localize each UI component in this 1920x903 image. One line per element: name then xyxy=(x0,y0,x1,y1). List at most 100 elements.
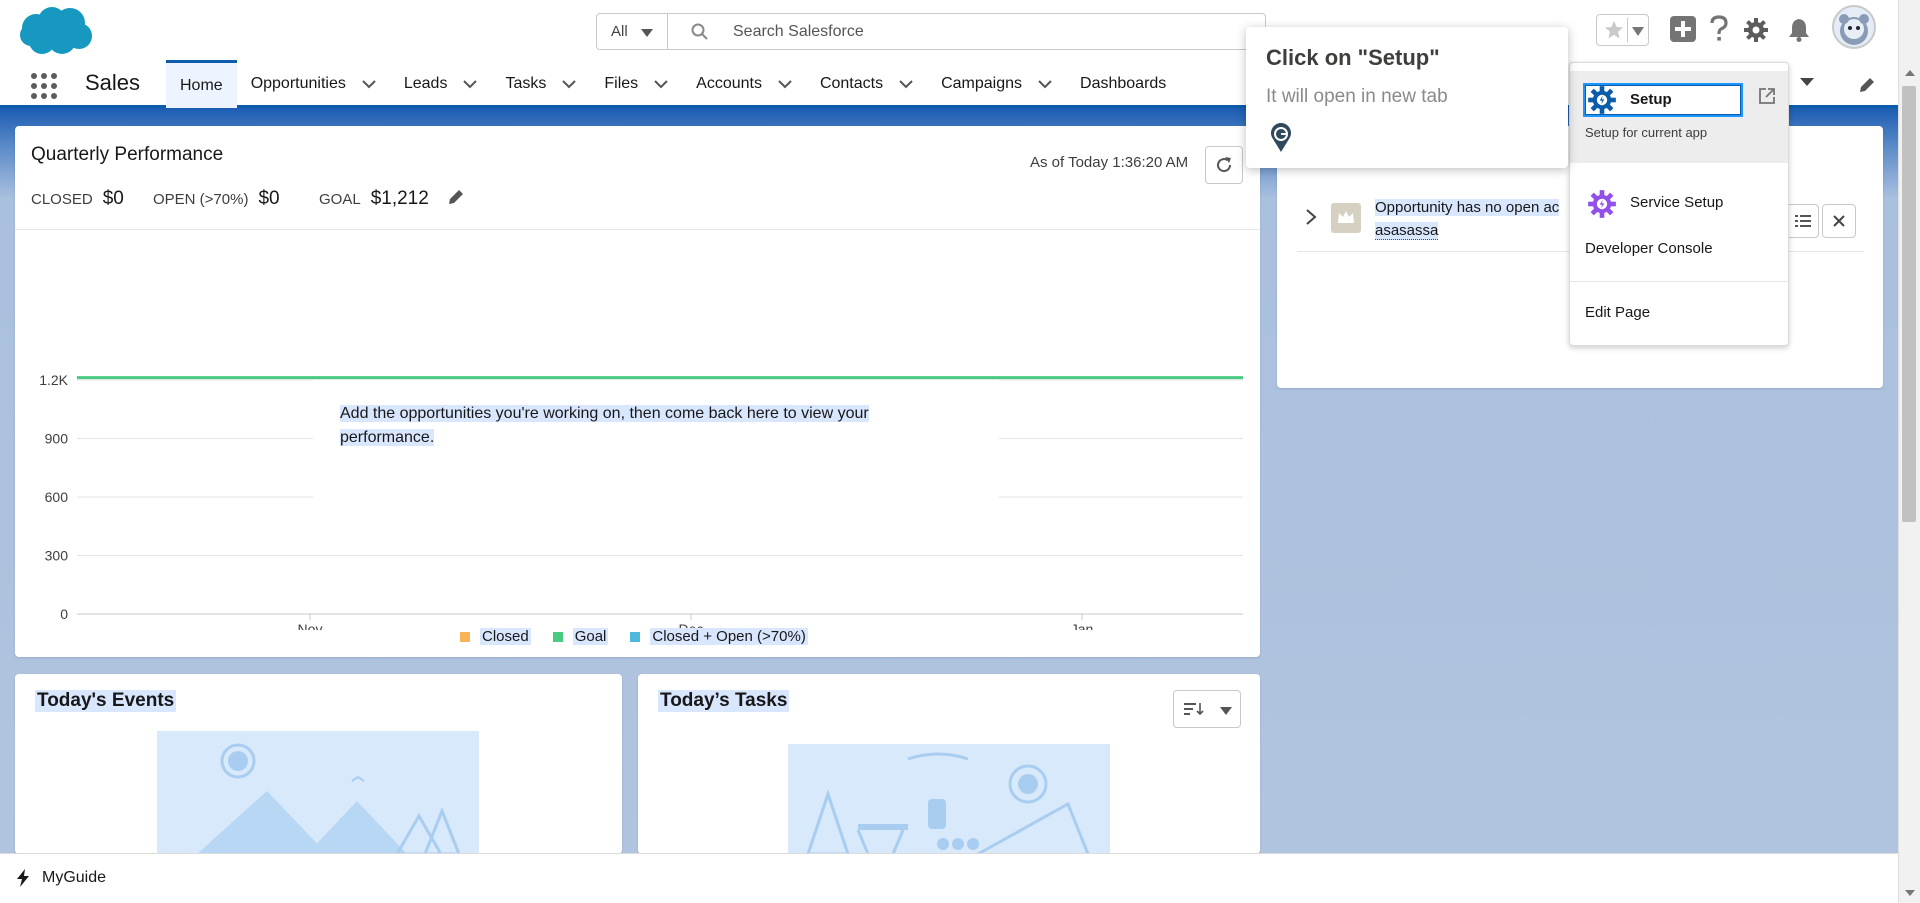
legend-item-closed[interactable]: Closed xyxy=(460,628,531,645)
setup-label[interactable]: Setup xyxy=(1630,91,1672,108)
setup-sublabel: Setup for current app xyxy=(1585,125,1708,140)
crown-icon xyxy=(1331,203,1361,233)
beach-illustration xyxy=(806,752,1090,854)
card-title: Today's Events xyxy=(35,690,177,712)
setup-gear-icon[interactable] xyxy=(1743,17,1769,43)
legend-item-closed-open[interactable]: Closed + Open (>70%) xyxy=(630,628,808,645)
chevron-down-icon[interactable] xyxy=(463,79,478,89)
chevron-down-icon[interactable] xyxy=(654,79,668,89)
nav-tabs: Home Opportunities Leads Tasks Files Acc… xyxy=(166,60,1180,108)
global-search[interactable] xyxy=(667,13,1266,50)
developer-console-menu-item[interactable]: Developer Console xyxy=(1585,240,1713,257)
scroll-up-arrow-icon[interactable] xyxy=(1905,70,1915,76)
favorites-dropdown-icon[interactable] xyxy=(1632,27,1644,36)
chevron-down-icon[interactable] xyxy=(562,79,577,89)
global-actions-add-icon[interactable] xyxy=(1670,16,1696,42)
search-scope-select[interactable]: All xyxy=(596,13,668,50)
chevron-down-icon[interactable] xyxy=(899,79,913,89)
tab-dashboards[interactable]: Dashboards xyxy=(1066,60,1180,108)
metric-goal: GOAL $1,212 xyxy=(319,188,429,210)
user-avatar[interactable] xyxy=(1832,5,1876,49)
events-empty-illustration xyxy=(157,731,479,854)
tab-tasks[interactable]: Tasks xyxy=(491,60,590,108)
task-filter-button[interactable] xyxy=(1173,690,1241,728)
help-icon[interactable] xyxy=(1709,15,1729,43)
lightning-bolt-icon xyxy=(17,869,29,887)
assistant-record-link[interactable]: asasassa xyxy=(1375,222,1439,240)
chevron-down-icon[interactable] xyxy=(778,79,792,89)
legend-swatch xyxy=(630,631,641,642)
view-tasks-button[interactable] xyxy=(1785,204,1819,238)
todays-events-card: Today's Events xyxy=(15,674,622,854)
service-setup-menu-item[interactable]: Service Setup xyxy=(1630,194,1723,211)
edit-goal-pencil-icon[interactable] xyxy=(447,188,465,206)
scroll-down-arrow-icon[interactable] xyxy=(1905,890,1915,896)
tab-label: Dashboards xyxy=(1080,75,1167,92)
more-tabs-chevron-icon[interactable] xyxy=(1800,78,1814,86)
tab-accounts[interactable]: Accounts xyxy=(682,60,806,108)
refresh-icon xyxy=(1217,157,1232,173)
tab-contacts[interactable]: Contacts xyxy=(806,60,927,108)
tooltip-subtitle: It will open in new tab xyxy=(1266,86,1448,107)
service-setup-gear-icon xyxy=(1588,190,1616,218)
legend-swatch xyxy=(552,631,563,642)
tab-files[interactable]: Files xyxy=(590,60,682,108)
tab-campaigns[interactable]: Campaigns xyxy=(927,60,1066,108)
metric-label: CLOSED xyxy=(31,191,93,208)
refresh-button[interactable] xyxy=(1205,146,1243,184)
close-icon xyxy=(1833,215,1845,227)
search-input[interactable] xyxy=(731,20,1231,44)
y-tick-label: 300 xyxy=(45,548,69,564)
favorites-button[interactable] xyxy=(1596,14,1649,46)
legend-label: Closed xyxy=(480,628,531,645)
legend-label: Goal xyxy=(572,628,609,645)
menu-divider xyxy=(1570,281,1788,282)
y-tick-label: 0 xyxy=(60,606,68,622)
legend-item-goal[interactable]: Goal xyxy=(552,628,609,645)
tab-label: Home xyxy=(180,76,223,94)
legend-swatch xyxy=(460,631,470,642)
tab-label: Tasks xyxy=(505,75,547,92)
todays-tasks-card: Today’s Tasks xyxy=(638,674,1260,854)
global-header: All xyxy=(0,0,1898,60)
metric-open: OPEN (>70%) $0 xyxy=(153,188,280,210)
tab-leads[interactable]: Leads xyxy=(390,60,492,108)
tab-label: Campaigns xyxy=(941,75,1023,92)
metric-closed: CLOSED $0 xyxy=(31,188,124,210)
tab-home[interactable]: Home xyxy=(166,60,237,108)
chart-legend: Closed Goal Closed + Open (>70%) xyxy=(460,628,830,645)
as-of-timestamp: As of Today 1:36:20 AM xyxy=(1030,154,1189,171)
sort-list-icon xyxy=(1184,703,1204,716)
metric-value: $0 xyxy=(258,188,280,209)
chart-empty-message-text: Add the opportunities you're working on,… xyxy=(340,405,869,446)
myguide-pin-icon[interactable] xyxy=(1270,123,1292,153)
checklist-icon xyxy=(1795,215,1811,227)
app-launcher-icon[interactable] xyxy=(30,72,58,100)
tab-label: Leads xyxy=(403,75,448,92)
page-scrollbar[interactable] xyxy=(1898,0,1920,903)
scrollbar-thumb[interactable] xyxy=(1902,86,1916,522)
chevron-down-icon[interactable] xyxy=(1038,79,1052,89)
chevron-down-icon xyxy=(641,29,653,37)
tab-opportunities[interactable]: Opportunities xyxy=(237,60,390,108)
open-new-tab-icon[interactable] xyxy=(1758,87,1776,105)
app-name: Sales xyxy=(85,70,141,95)
dismiss-button[interactable] xyxy=(1822,204,1856,238)
assistant-message: Opportunity has no open ac xyxy=(1375,199,1560,216)
chevron-right-icon[interactable] xyxy=(1305,208,1317,226)
myguide-utility-item[interactable]: MyGuide xyxy=(42,869,106,887)
notifications-bell-icon[interactable] xyxy=(1788,18,1810,42)
tasks-empty-illustration xyxy=(788,744,1110,854)
guide-tooltip: Click on "Setup" It will open in new tab xyxy=(1246,27,1568,168)
edit-nav-pencil-icon[interactable] xyxy=(1858,76,1876,94)
edit-page-menu-item[interactable]: Edit Page xyxy=(1585,304,1650,321)
astro-avatar-icon xyxy=(1839,14,1869,45)
camping-illustration xyxy=(197,743,461,854)
chevron-down-icon[interactable] xyxy=(362,79,376,89)
metric-label: GOAL xyxy=(319,191,361,208)
setup-gear-icon xyxy=(1588,86,1616,114)
y-tick-label: 1.2K xyxy=(39,372,68,388)
tooltip-title: Click on "Setup" xyxy=(1266,45,1440,70)
metric-value: $0 xyxy=(102,188,124,209)
salesforce-logo[interactable] xyxy=(18,6,94,56)
